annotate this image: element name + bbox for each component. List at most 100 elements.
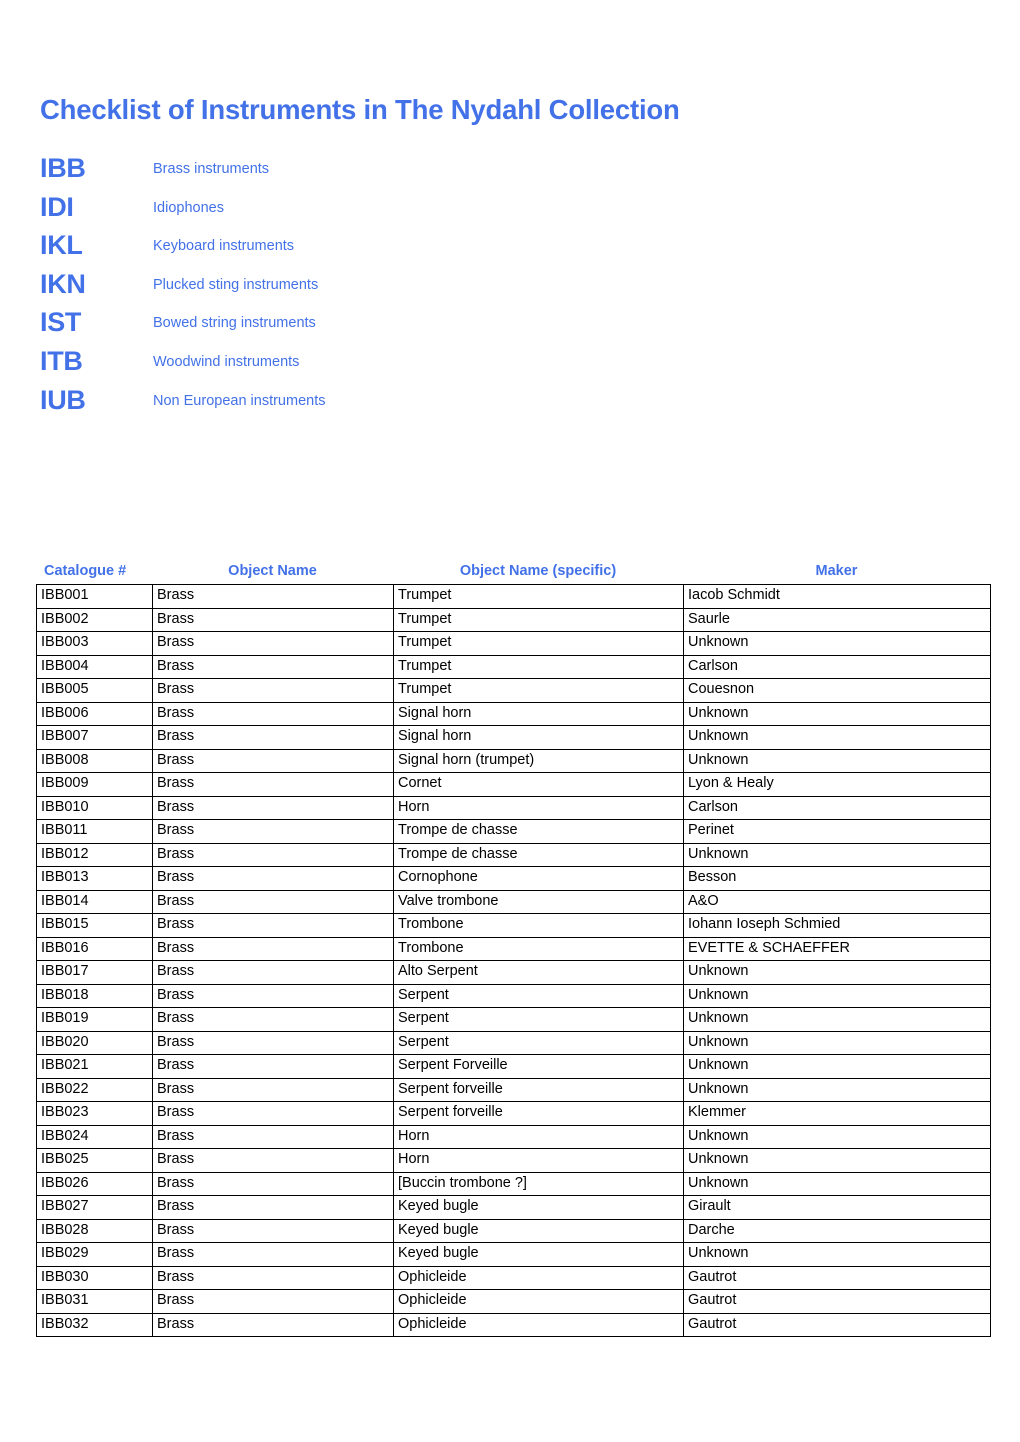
object-name-specific-cell: Keyed bugle [393, 1218, 684, 1243]
table-row: IBB010 Brass Horn Carlson [36, 795, 991, 820]
table-row: IBB023 Brass Serpent forveille Klemmer [36, 1101, 991, 1126]
catalogue-number-cell: IBB031 [36, 1289, 153, 1314]
catalogue-number-cell: IBB001 [36, 584, 153, 609]
column-header-0: Catalogue # [44, 563, 127, 579]
legend-item-code: ITB [40, 345, 83, 376]
legend-item: IUB Non European instruments [40, 384, 740, 423]
maker-cell: Gautrot [683, 1312, 991, 1337]
object-name-specific-cell: Serpent [393, 1007, 684, 1032]
legend-item-label: Idiophones [153, 199, 224, 216]
legend-item-label: Keyboard instruments [153, 238, 295, 255]
object-name-specific-cell: Trumpet [393, 678, 684, 703]
legend-item-label: Bowed string instruments [153, 315, 316, 332]
table-row: IBB015 Brass Trombone Iohann Ioseph Schmied [36, 913, 991, 938]
object-name-cell: Brass [152, 607, 394, 632]
legend-item: IKN Plucked sting instruments [40, 268, 740, 307]
object-name-cell: Brass [152, 701, 394, 726]
maker-cell: A&O [683, 889, 991, 914]
object-name-specific-cell: Horn [393, 1148, 684, 1173]
maker-cell: Besson [683, 866, 991, 891]
maker-cell: Unknown [683, 1030, 991, 1055]
catalogue-number-cell: IBB023 [36, 1101, 153, 1126]
catalogue-number-cell: IBB029 [36, 1242, 153, 1267]
object-name-specific-cell: Serpent forveille [393, 1101, 684, 1126]
instrument-checklist-table: IBB001 Brass Trumpet Iacob Schmidt IBB002 Bra… [36, 584, 991, 1337]
maker-cell: Perinet [683, 819, 991, 844]
catalogue-number-cell: IBB011 [36, 819, 153, 844]
catalogue-number-cell: IBB013 [36, 866, 153, 891]
object-name-cell: Brass [152, 748, 394, 773]
object-name-specific-cell: Signal horn (trumpet) [393, 748, 684, 773]
object-name-cell: Brass [152, 725, 394, 750]
table-row: IBB025 Brass Horn Unknown [36, 1148, 991, 1173]
object-name-specific-cell: Ophicleide [393, 1265, 684, 1290]
catalogue-number-cell: IBB007 [36, 725, 153, 750]
legend-item-label: Woodwind instruments [153, 353, 300, 370]
object-name-specific-cell: Trumpet [393, 607, 684, 632]
catalogue-number-cell: IBB010 [36, 795, 153, 820]
maker-cell: Unknown [683, 1171, 991, 1196]
maker-cell: Unknown [683, 1054, 991, 1079]
catalogue-number-cell: IBB003 [36, 631, 153, 656]
catalogue-number-cell: IBB021 [36, 1054, 153, 1079]
object-name-specific-cell: Ophicleide [393, 1289, 684, 1314]
object-name-cell: Brass [152, 1030, 394, 1055]
maker-cell: Unknown [683, 1148, 991, 1173]
table-row: IBB006 Brass Signal horn Unknown [36, 701, 991, 726]
object-name-specific-cell: Trompe de chasse [393, 819, 684, 844]
object-name-specific-cell: Trompe de chasse [393, 842, 684, 867]
object-name-cell: Brass [152, 772, 394, 797]
maker-cell: EVETTE & SCHAEFFER [683, 936, 991, 961]
legend-item-label: Brass instruments [153, 161, 270, 177]
object-name-cell: Brass [152, 1007, 394, 1032]
object-name-specific-cell: Trombone [393, 936, 684, 961]
maker-cell: Lyon & Healy [683, 772, 991, 797]
object-name-cell: Brass [152, 1054, 394, 1079]
object-name-specific-cell: Trumpet [393, 584, 684, 609]
table-row: IBB028 Brass Keyed bugle Darche [36, 1218, 991, 1243]
object-name-cell: Brass [152, 842, 394, 867]
legend-item-code: IKL [40, 230, 83, 261]
maker-cell: Gautrot [683, 1265, 991, 1290]
table-row: IBB032 Brass Ophicleide Gautrot [36, 1312, 991, 1337]
object-name-cell: Brass [152, 1242, 394, 1267]
catalogue-number-cell: IBB030 [36, 1265, 153, 1290]
legend-item-code: IDI [40, 191, 74, 222]
catalogue-number-cell: IBB025 [36, 1148, 153, 1173]
maker-cell: Girault [683, 1195, 991, 1220]
maker-cell: Saurle [683, 607, 991, 632]
legend-item-label: Plucked sting instruments [153, 276, 319, 293]
object-name-specific-cell: Cornet [393, 772, 684, 797]
maker-cell: Unknown [683, 1007, 991, 1032]
object-name-cell: Brass [152, 960, 394, 985]
catalogue-number-cell: IBB002 [36, 607, 153, 632]
object-name-cell: Brass [152, 983, 394, 1008]
table-row: IBB029 Brass Keyed bugle Unknown [36, 1242, 991, 1267]
table-row: IBB012 Brass Trompe de chasse Unknown [36, 842, 991, 867]
maker-cell: Unknown [683, 1077, 991, 1102]
catalogue-number-cell: IBB026 [36, 1171, 153, 1196]
maker-cell: Iacob Schmidt [683, 584, 991, 609]
table-row: IBB008 Brass Signal horn (trumpet) Unknown [36, 748, 991, 773]
maker-cell: Unknown [683, 842, 991, 867]
object-name-cell: Brass [152, 1312, 394, 1337]
legend-item-label: Non European instruments [153, 392, 326, 409]
object-name-specific-cell: Serpent forveille [393, 1077, 684, 1102]
table-row: IBB002 Brass Trumpet Saurle [36, 607, 991, 632]
table-column-headers: Catalogue # Object Name Object Name (speci… [36, 562, 990, 584]
table-row: IBB021 Brass Serpent Forveille Unknown [36, 1054, 991, 1079]
maker-cell: Carlson [683, 795, 991, 820]
table-row: IBB019 Brass Serpent Unknown [36, 1007, 991, 1032]
object-name-cell: Brass [152, 866, 394, 891]
table-row: IBB003 Brass Trumpet Unknown [36, 631, 991, 656]
legend-item: IBB Brass instruments [40, 152, 740, 191]
table-row: IBB026 Brass [Buccin trombone ?] Unknown [36, 1171, 991, 1196]
legend-item: IST Bowed string instruments [40, 306, 740, 345]
object-name-cell: Brass [152, 936, 394, 961]
legend-item-code: IKN [40, 268, 86, 299]
table-row: IBB024 Brass Horn Unknown [36, 1124, 991, 1149]
legend-item-code: IBB [40, 153, 86, 183]
catalogue-number-cell: IBB032 [36, 1312, 153, 1337]
maker-cell: Couesnon [683, 678, 991, 703]
object-name-specific-cell: Trombone [393, 913, 684, 938]
